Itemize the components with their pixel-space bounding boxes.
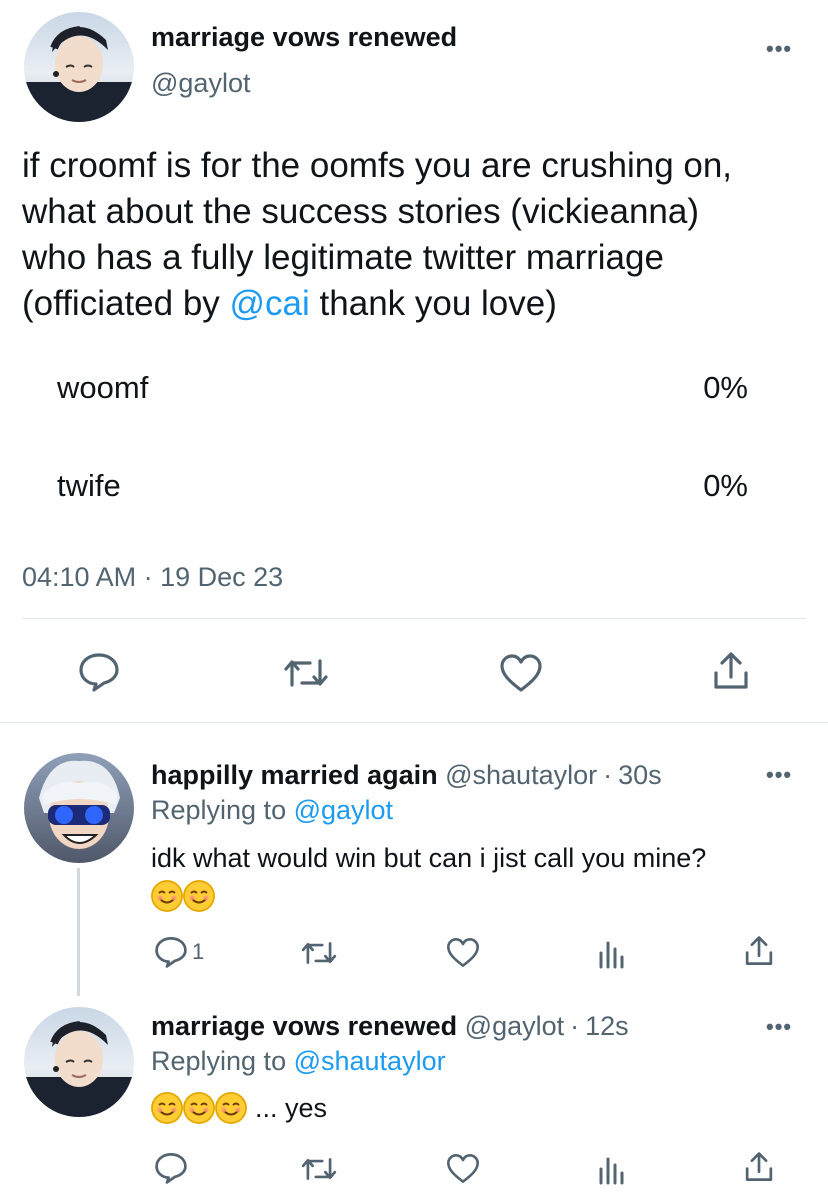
author-display-name[interactable]: marriage vows renewed: [151, 22, 457, 53]
smiling-face-emoji: [151, 880, 183, 912]
separator: ·: [603, 760, 613, 790]
author-handle[interactable]: @gaylot: [151, 68, 250, 99]
smiling-face-emoji: [151, 1092, 183, 1124]
divider: [0, 722, 828, 723]
poll-option-percent: 0%: [703, 370, 748, 405]
more-options-icon[interactable]: •••: [766, 36, 792, 62]
retweet-button[interactable]: [282, 655, 330, 691]
replying-to: Replying to @shautaylor: [151, 1046, 446, 1077]
separator: ·: [570, 1011, 580, 1041]
replying-to-prefix: Replying to: [151, 795, 294, 825]
tweet-text-line: (officiated by @cai thank you love): [22, 281, 732, 327]
reply-display-name[interactable]: happilly married again: [151, 760, 438, 790]
like-icon: [447, 1154, 479, 1183]
reply-icon: [155, 937, 187, 968]
like-icon: [447, 938, 479, 967]
reply-avatar[interactable]: [24, 1007, 134, 1117]
share-button[interactable]: [744, 1151, 774, 1183]
reply-header: marriage vows renewed @gaylot · 12s: [151, 1011, 629, 1042]
analytics-button[interactable]: [597, 937, 625, 969]
thread-line: [77, 868, 80, 996]
mention-link[interactable]: @cai: [230, 284, 310, 323]
reply-button[interactable]: [78, 652, 120, 692]
analytics-icon: [599, 1157, 624, 1185]
poll-option-label: woomf: [57, 370, 149, 405]
reply-button[interactable]: 1: [154, 936, 204, 968]
reply-handle[interactable]: @shautaylor: [445, 760, 597, 790]
author-avatar[interactable]: [24, 12, 134, 122]
tweet-time: 04:10 AM: [22, 562, 137, 592]
reply-button[interactable]: [154, 1152, 188, 1184]
poll-option[interactable]: twife 0%: [57, 468, 748, 504]
tweet-timestamp[interactable]: 04:10 AM · 19 Dec 23: [22, 562, 283, 593]
retweet-button[interactable]: [300, 1154, 338, 1184]
emoji-row: [151, 880, 215, 912]
analytics-icon: [599, 941, 624, 969]
like-button[interactable]: [446, 937, 480, 968]
like-button[interactable]: [446, 1153, 480, 1184]
smiling-face-emoji: [215, 1092, 247, 1124]
reply-text: idk what would win but can i jist call y…: [151, 843, 707, 873]
reply-icon: [155, 1153, 187, 1184]
reply-count: 1: [192, 939, 205, 964]
share-button[interactable]: [744, 935, 774, 967]
like-button[interactable]: [499, 653, 543, 693]
retweet-icon: [301, 942, 337, 964]
retweet-icon: [301, 1158, 337, 1180]
tweet-text: if croomf is for the oomfs you are crush…: [22, 143, 732, 327]
tweet-text-fragment: (officiated by: [22, 284, 230, 323]
replying-to: Replying to @gaylot: [151, 795, 393, 826]
tweet-text-line: if croomf is for the oomfs you are crush…: [22, 146, 733, 185]
share-icon: [745, 1152, 773, 1181]
poll-option-percent: 0%: [703, 468, 748, 503]
tweet-text-line: what about the success stories (vickiean…: [22, 192, 699, 231]
smiling-face-emoji: [183, 880, 215, 912]
reply-time[interactable]: 12s: [585, 1011, 629, 1041]
retweet-icon: [284, 659, 328, 687]
more-options-icon[interactable]: •••: [766, 762, 792, 788]
analytics-button[interactable]: [597, 1153, 625, 1185]
reply-icon: [79, 653, 119, 692]
poll-option-label: twife: [57, 468, 121, 503]
tweet-text-fragment: thank you love): [309, 284, 557, 323]
replying-to-link[interactable]: @gaylot: [294, 795, 393, 825]
share-icon: [714, 652, 748, 689]
replying-to-link[interactable]: @shautaylor: [294, 1046, 446, 1076]
replying-to-prefix: Replying to: [151, 1046, 294, 1076]
like-icon: [500, 654, 542, 692]
reply-header: happilly married again @shautaylor · 30s: [151, 760, 662, 791]
reply-handle[interactable]: @gaylot: [465, 1011, 564, 1041]
reply-text-content: ... yes: [255, 1092, 328, 1123]
more-options-icon[interactable]: •••: [766, 1014, 792, 1040]
tweet-text-line: who has a fully legitimate twitter marri…: [22, 238, 664, 277]
reply-display-name[interactable]: marriage vows renewed: [151, 1011, 457, 1041]
retweet-button[interactable]: [300, 938, 338, 968]
divider: [22, 618, 806, 619]
reply-text: ... yes: [151, 1092, 327, 1124]
smiling-face-emoji: [183, 1092, 215, 1124]
reply-avatar[interactable]: [24, 753, 134, 863]
separator: ·: [143, 562, 153, 592]
reply-time[interactable]: 30s: [618, 760, 662, 790]
tweet-date: 19 Dec 23: [160, 562, 284, 592]
poll-option[interactable]: woomf 0%: [57, 370, 748, 406]
share-icon: [745, 936, 773, 965]
share-button[interactable]: [712, 651, 750, 691]
